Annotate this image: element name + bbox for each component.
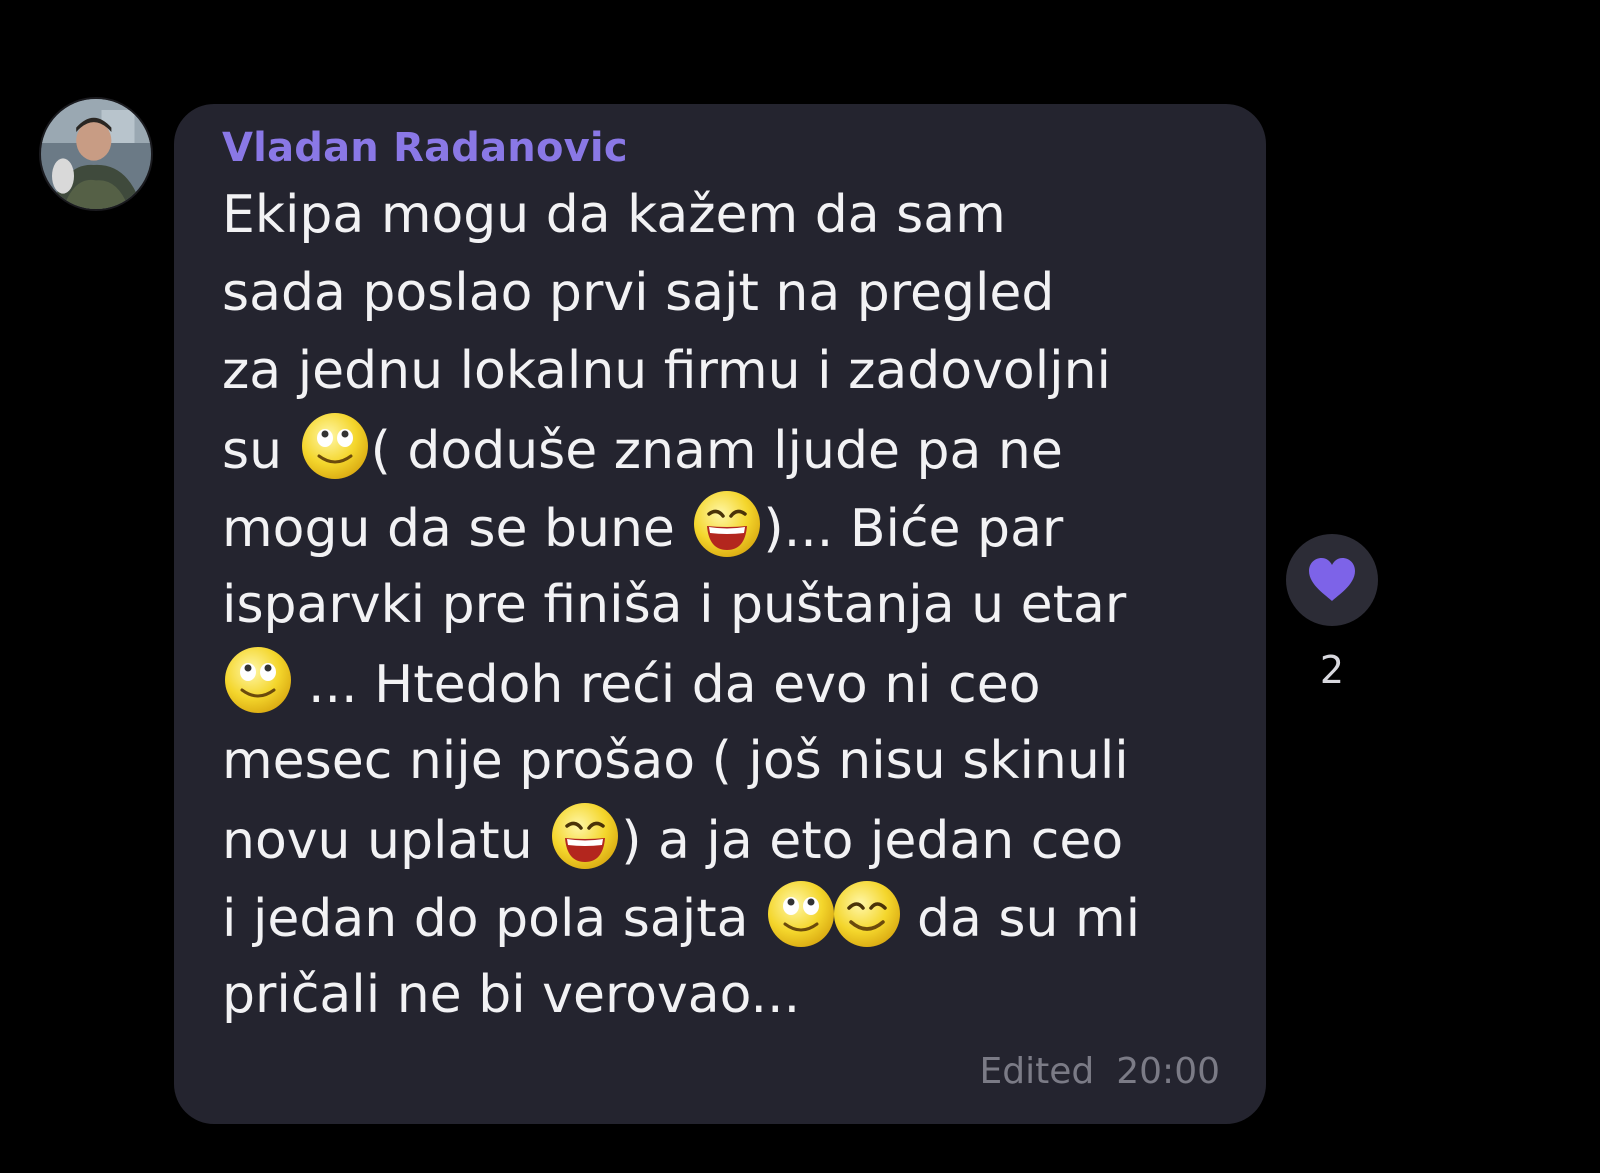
- laughing-emoji: [691, 488, 763, 560]
- rolling-eyes-smile-emoji: [765, 878, 837, 950]
- message-line: i jedan do pola sajta da su mi: [222, 878, 1226, 956]
- message-meta: Edited 20:00: [980, 1050, 1220, 1094]
- smiling-closed-eyes-emoji: [831, 878, 903, 950]
- message-line: za jednu lokalnu firmu i zadovoljni: [222, 341, 1112, 401]
- heart-icon: [1309, 558, 1355, 601]
- message-line: isparvki pre finiša i puštanja u etar: [222, 575, 1127, 635]
- message-line: Ekipa mogu da kažem da sam: [222, 185, 1006, 245]
- avatar-photo: [41, 99, 151, 209]
- message-line: novu uplatu ) a ja eto jedan ceo: [222, 800, 1226, 878]
- message-line: su ( doduše znam ljude pa ne: [222, 410, 1226, 488]
- rolling-eyes-smile-emoji: [299, 410, 371, 482]
- message-line: sada poslao prvi sajt na pregled: [222, 263, 1055, 323]
- message-line: pričali ne bi verovao...: [222, 965, 801, 1025]
- rolling-eyes-smile-emoji: [222, 644, 294, 716]
- message-time: 20:00: [1116, 1051, 1220, 1092]
- reaction-count: 2: [1319, 648, 1345, 692]
- message-line: mogu da se bune )... Biće par: [222, 488, 1226, 566]
- message-bubble[interactable]: Vladan Radanovic Ekipa mogu da kažem da …: [174, 104, 1266, 1124]
- message-line: ... Htedoh reći da evo ni ceo: [222, 644, 1226, 722]
- message-line: mesec nije prošao ( još nisu skinuli: [222, 731, 1129, 791]
- sender-name[interactable]: Vladan Radanovic: [222, 122, 1226, 174]
- edited-label: Edited: [979, 1051, 1095, 1092]
- laughing-emoji: [549, 800, 621, 872]
- heart-reaction-button[interactable]: [1286, 534, 1378, 626]
- sender-avatar[interactable]: [39, 97, 153, 211]
- message-text: Ekipa mogu da kažem da sam sada poslao p…: [222, 176, 1226, 1034]
